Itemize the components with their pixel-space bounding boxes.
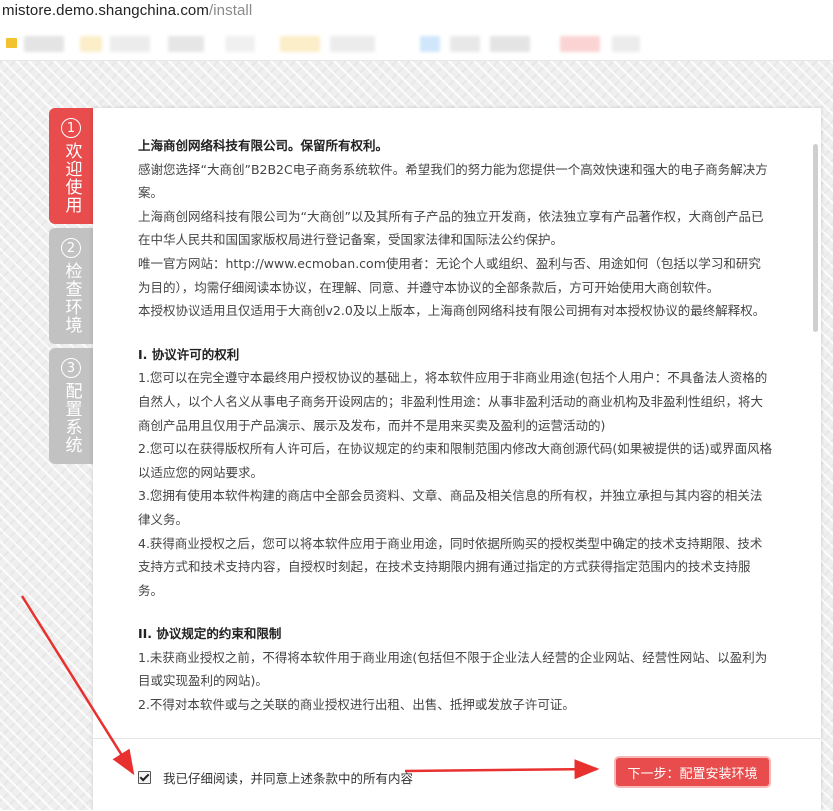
license-paragraph: 4.获得商业授权之后，您可以将本软件应用于商业用途，同时依据所购买的授权类型中确… [138,535,763,598]
url-host: mistore.demo.shangchina.com [2,2,209,19]
license-paragraph: 1.您可以在完全遵守本最终用户授权协议的基础上，将本软件应用于非商业用途(包括个… [138,370,768,433]
license-paragraph: 3.您拥有使用本软件构建的商店中全部会员资料、文章、商品及相关信息的所有权，并独… [138,488,763,527]
license-panel: 上海商创网络科技有限公司。保留所有权利。 感谢您选择“大商创”B2B2C电子商务… [93,108,821,811]
section-heading: II. 协议规定的约束和限制 [138,626,282,642]
agreement-footer: 我已仔细阅读，并同意上述条款中的所有内容 下一步：配置安装环境 [93,738,821,811]
section-heading: I. 协议许可的权利 [138,346,240,362]
bookmark-item[interactable] [110,36,150,52]
license-text[interactable]: 上海商创网络科技有限公司。保留所有权利。 感谢您选择“大商创”B2B2C电子商务… [138,134,773,734]
agree-control[interactable]: 我已仔细阅读，并同意上述条款中的所有内容 [138,768,413,787]
bookmark-item[interactable] [225,36,255,52]
folder-icon[interactable] [6,38,17,48]
scrollbar[interactable] [813,144,818,332]
license-paragraph: 上海商创网络科技有限公司为“大商创”以及其所有子产品的独立开发商，依法独立享有产… [138,208,764,248]
step-number: 1 [61,118,81,138]
browser-bar: mistore.demo.shangchina.com/install [0,0,833,61]
bookmark-item[interactable] [490,36,530,52]
license-paragraph: 1.未获商业授权之前，不得将本软件用于商业用途(包括但不限于企业法人经营的企业网… [138,649,768,689]
bookmark-item[interactable] [280,36,320,52]
bookmark-item[interactable] [450,36,480,52]
agree-label: 我已仔细阅读，并同意上述条款中的所有内容 [163,771,414,786]
bookmark-item[interactable] [168,36,204,52]
bookmark-item[interactable] [24,36,64,52]
step-label: 检查环境 [61,262,82,334]
step-label: 欢迎使用 [61,142,82,214]
bookmark-item[interactable] [80,36,102,52]
license-paragraph: 感谢您选择“大商创”B2B2C电子商务系统软件。希望我们的努力能为您提供一个高效… [138,161,768,201]
step-label: 配置系统 [61,382,82,454]
next-step-button[interactable]: 下一步：配置安装环境 [616,758,769,786]
license-heading: 上海商创网络科技有限公司。保留所有权利。 [138,138,389,153]
address-bar[interactable]: mistore.demo.shangchina.com/install [2,2,252,19]
step-number: 2 [61,238,81,258]
license-paragraph: 本授权协议适用且仅适用于大商创v2.0及以上版本，上海商创网络科技有限公司拥有对… [138,303,766,319]
bookmarks-bar [0,32,833,56]
license-paragraph: 2.您可以在获得版权所有人许可后，在协议规定的约束和限制范围内修改大商创源代码(… [138,441,773,480]
license-paragraph: 唯一官方网站：http://www.ecmoban.com使用者：无论个人或组织… [138,255,761,295]
url-path: /install [208,2,253,19]
agree-checkbox[interactable] [138,771,151,784]
step-number: 3 [61,358,81,378]
bookmark-item[interactable] [560,36,600,52]
step-welcome[interactable]: 1 欢迎使用 [49,108,99,224]
bookmark-item[interactable] [420,36,440,52]
step-configure-system[interactable]: 3 配置系统 [49,348,93,464]
bookmark-item[interactable] [330,36,375,52]
license-paragraph: 2.不得对本软件或与之关联的商业授权进行出租、出售、抵押或发放子许可证。 [138,697,575,713]
bookmark-item[interactable] [612,36,640,52]
step-check-environment[interactable]: 2 检查环境 [49,228,93,344]
